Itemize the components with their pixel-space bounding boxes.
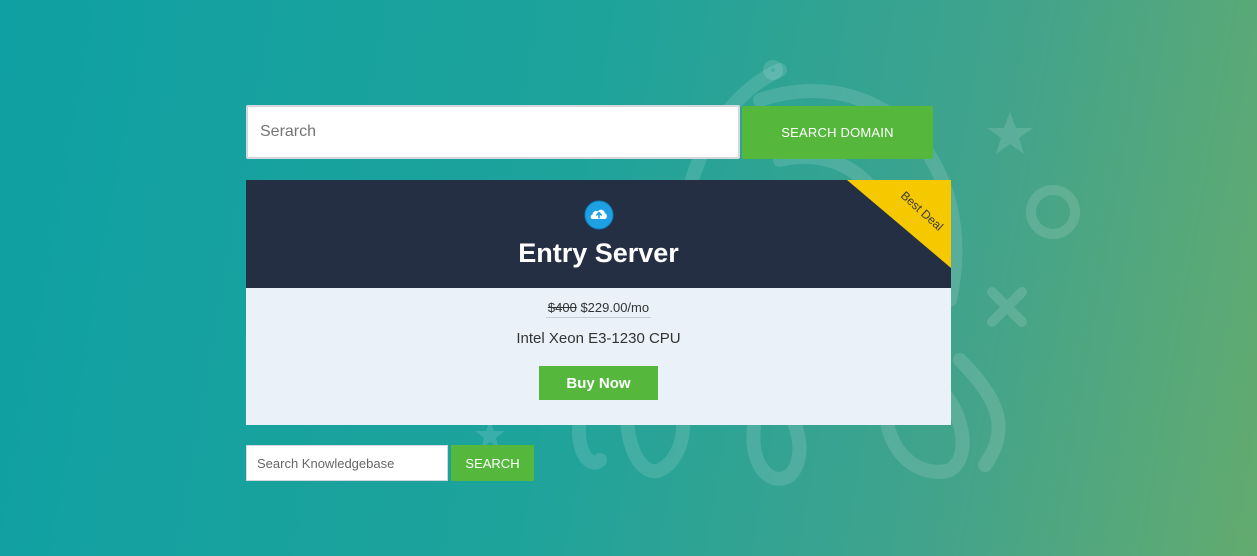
- best-deal-ribbon: Best Deal: [847, 180, 951, 268]
- old-price: $400: [547, 300, 577, 315]
- price: $400 $229.00/mo: [246, 300, 951, 318]
- knowledgebase-search-input[interactable]: [246, 445, 448, 481]
- domain-search-bar: SEARCH DOMAIN: [246, 105, 933, 159]
- domain-search-input[interactable]: [246, 105, 740, 159]
- product-card-header: Entry Server Best Deal: [246, 180, 951, 288]
- knowledgebase-search-button[interactable]: SEARCH: [451, 445, 534, 481]
- product-title: Entry Server: [518, 238, 679, 268]
- product-card: Entry Server Best Deal $400 $229.00/mo I…: [246, 180, 951, 425]
- new-price: $229.00/mo: [580, 300, 650, 315]
- search-domain-button[interactable]: SEARCH DOMAIN: [742, 106, 933, 159]
- product-card-body: $400 $229.00/mo Intel Xeon E3-1230 CPU B…: [246, 288, 951, 425]
- buy-now-button[interactable]: Buy Now: [539, 366, 658, 400]
- product-description: Intel Xeon E3-1230 CPU: [516, 330, 681, 347]
- cloud-upload-icon: [584, 200, 614, 230]
